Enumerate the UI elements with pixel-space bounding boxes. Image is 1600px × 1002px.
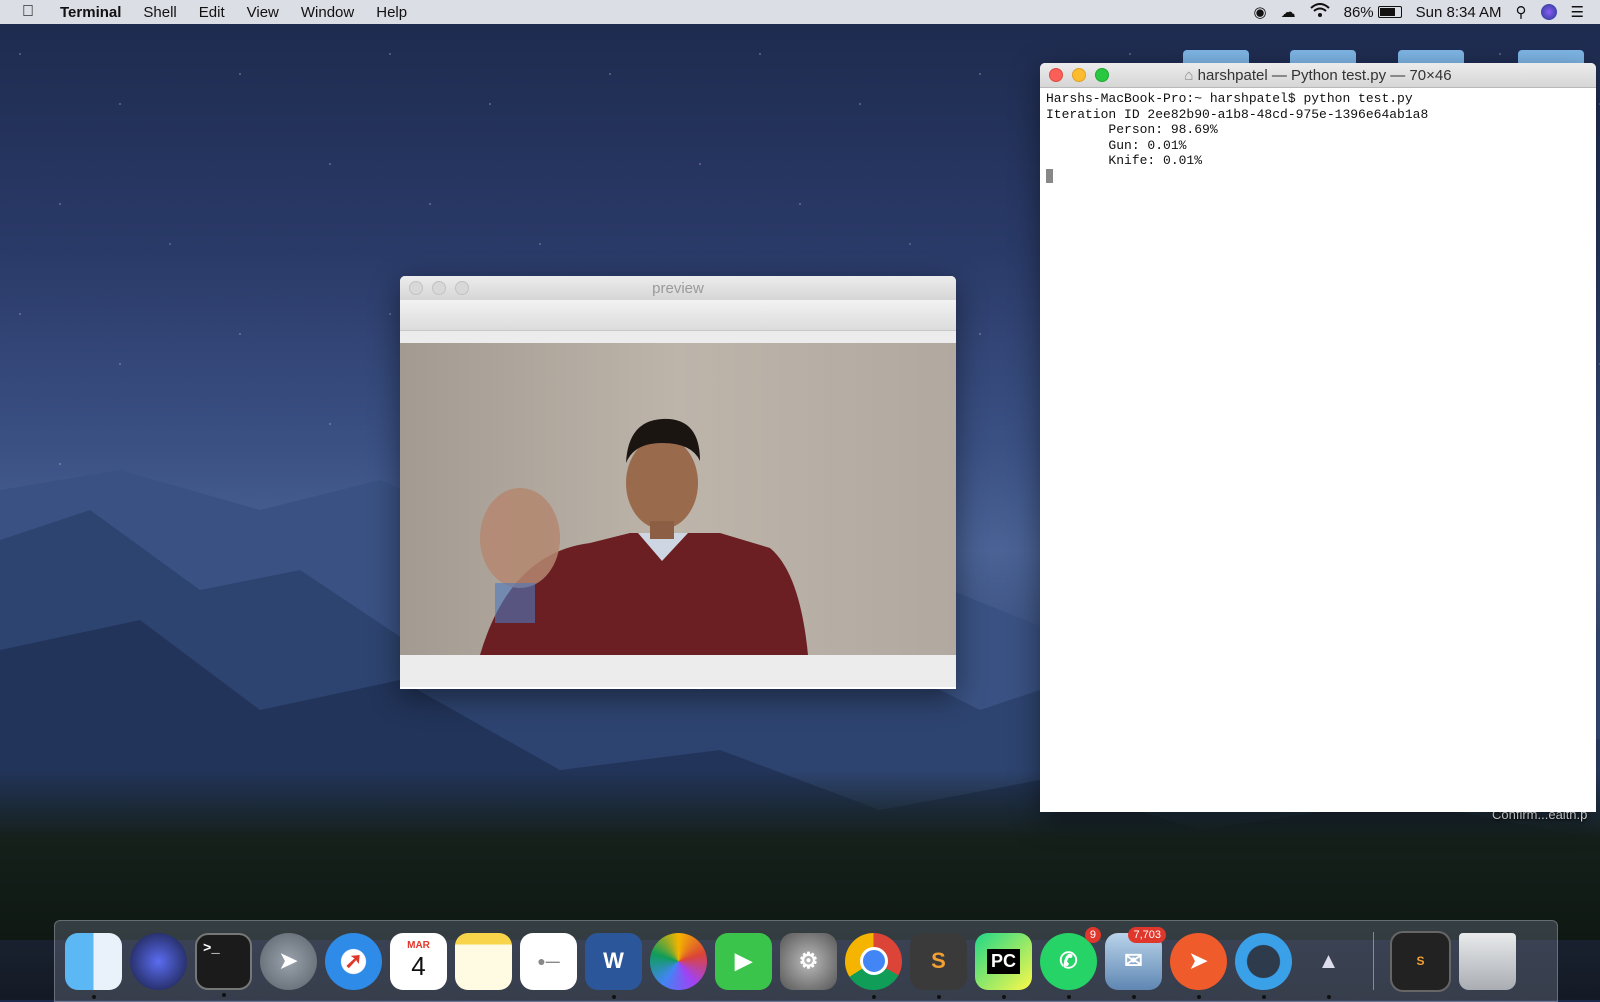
terminal-line: Knife: 0.01%	[1046, 153, 1203, 168]
terminal-line: Gun: 0.01%	[1046, 137, 1187, 153]
trash-icon[interactable]	[1459, 932, 1516, 990]
siri-icon[interactable]	[1540, 4, 1557, 20]
webcam-person-image	[480, 418, 808, 655]
reminders-icon[interactable]: ●—	[520, 932, 577, 990]
terminal-title-text: harshpatel — Python test.py — 70×46	[1197, 66, 1452, 84]
battery-icon	[1377, 6, 1402, 18]
quicktime-icon[interactable]	[1235, 932, 1292, 999]
preview-gap	[400, 331, 956, 343]
preview-titlebar[interactable]: preview	[400, 276, 956, 300]
mail-badge: 7,703	[1128, 926, 1166, 943]
clock[interactable]: Sun 8:34 AM	[1416, 4, 1502, 21]
cloud-upload-icon[interactable]: ☁	[1281, 3, 1296, 21]
siri-icon[interactable]	[130, 932, 187, 990]
menu-shell[interactable]: Shell	[143, 4, 176, 21]
zoom-button[interactable]	[1095, 68, 1109, 82]
calendar-day: 4	[411, 951, 426, 981]
terminal-title: ⌂ harshpatel — Python test.py — 70×46	[1040, 67, 1596, 84]
whatsapp-badge: 9	[1084, 926, 1101, 943]
sublime-text-icon[interactable]: S	[910, 932, 967, 999]
notes-icon[interactable]	[455, 932, 512, 990]
terminal-icon[interactable]: >_	[195, 932, 252, 997]
menu-window[interactable]: Window	[301, 4, 354, 21]
apple-menu-icon[interactable]: 	[22, 3, 42, 21]
menu-view[interactable]: View	[247, 4, 279, 21]
terminal-titlebar[interactable]: ⌂ harshpatel — Python test.py — 70×46	[1040, 63, 1596, 88]
terminal-line: Iteration ID 2ee82b90-a1b8-48cd-975e-139…	[1046, 106, 1429, 122]
menu-bar:  Terminal Shell Edit View Window Help ◉…	[0, 0, 1600, 24]
close-button[interactable]	[409, 281, 423, 295]
rocket-app-icon[interactable]: ▲	[1300, 933, 1357, 999]
terminal-line: Harshs-MacBook-Pro:~ harshpatel$ python …	[1046, 91, 1413, 106]
postman-icon[interactable]: ➤	[1170, 932, 1227, 999]
mail-icon[interactable]: ✉ 7,703	[1105, 926, 1166, 999]
menu-app-name[interactable]: Terminal	[60, 4, 121, 21]
webcam-frame	[400, 343, 956, 655]
pycharm-icon[interactable]: PC	[975, 932, 1032, 999]
dock-separator	[1373, 932, 1374, 990]
preview-bottom-bar	[400, 655, 956, 687]
launchpad-icon[interactable]: ➤	[260, 932, 317, 990]
word-icon[interactable]: W	[585, 932, 642, 999]
close-button[interactable]	[1049, 68, 1063, 82]
minimize-button[interactable]	[432, 281, 446, 295]
screen-record-icon[interactable]: ◉	[1254, 3, 1267, 21]
photos-icon[interactable]	[650, 932, 707, 990]
battery-percent: 86%	[1343, 3, 1374, 21]
terminal-output[interactable]: Harshs-MacBook-Pro:~ harshpatel$ python …	[1040, 88, 1596, 187]
calendar-icon[interactable]: MAR 4	[390, 932, 447, 990]
home-folder-icon: ⌂	[1184, 66, 1198, 84]
preview-window: preview	[400, 276, 956, 689]
terminal-window: ⌂ harshpatel — Python test.py — 70×46 Ha…	[1040, 63, 1596, 812]
whatsapp-icon[interactable]: ✆ 9	[1040, 926, 1101, 999]
menu-help[interactable]: Help	[376, 4, 407, 21]
wifi-icon[interactable]	[1309, 3, 1330, 21]
spotlight-search-icon[interactable]: ⚲	[1516, 3, 1527, 21]
menu-edit[interactable]: Edit	[199, 4, 225, 21]
system-preferences-icon[interactable]: ⚙	[780, 932, 837, 990]
preview-toolbar	[400, 300, 956, 331]
zoom-button[interactable]	[455, 281, 469, 295]
minimized-window-icon[interactable]: S	[1390, 930, 1451, 992]
battery-status[interactable]: 86%	[1344, 4, 1402, 21]
calendar-month: MAR	[407, 940, 430, 951]
preview-title: preview	[652, 279, 704, 297]
facetime-icon[interactable]: ▶	[715, 932, 772, 990]
notification-center-icon[interactable]: ☰	[1571, 3, 1584, 21]
safari-icon[interactable]: ➚	[325, 932, 382, 990]
finder-icon[interactable]	[65, 932, 122, 999]
text-cursor	[1046, 169, 1053, 184]
status-area: ◉ ☁ 86% Sun 8:34 AM ⚲ ☰	[1254, 3, 1584, 21]
dock: >_ ➤ ➚ MAR 4 ●— W ▶ ⚙ S PC ✆ 9 ✉ 7,703 ➤ ▲…	[54, 920, 1558, 1002]
chrome-icon[interactable]	[845, 932, 902, 999]
terminal-line: Person: 98.69%	[1046, 122, 1218, 137]
minimize-button[interactable]	[1072, 68, 1086, 82]
